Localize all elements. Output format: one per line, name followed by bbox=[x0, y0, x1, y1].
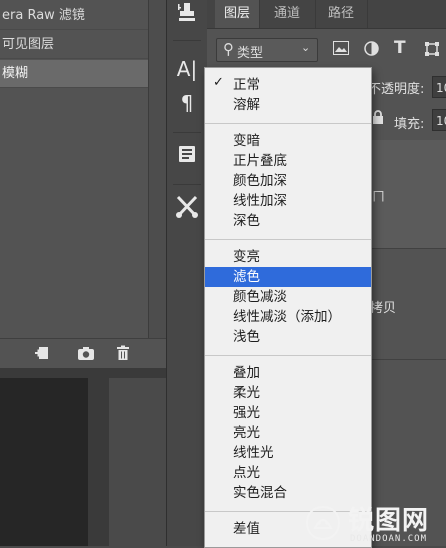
panel-divider bbox=[0, 368, 166, 378]
menu-separator bbox=[205, 239, 371, 240]
menu-separator bbox=[205, 123, 371, 124]
history-state-label: 模糊 bbox=[2, 66, 29, 81]
tab-channels[interactable]: 通道 bbox=[259, 0, 316, 28]
history-panel: era Raw 滤镜 可见图层 模糊 bbox=[0, 0, 148, 338]
trash-icon[interactable] bbox=[113, 345, 133, 363]
opacity-label: 不透明度: bbox=[368, 82, 425, 97]
history-state-blur[interactable]: 模糊 bbox=[0, 60, 148, 88]
chevron-down-icon: ⌄ bbox=[301, 41, 311, 54]
watermark: 锐图网 DOANDOAN.COM bbox=[298, 500, 446, 546]
character-icon-glyph: A| bbox=[176, 57, 198, 81]
layer-row-glyph: ㄇ bbox=[372, 190, 386, 205]
type-filter-icon[interactable]: T bbox=[394, 38, 406, 58]
tab-label: 图层 bbox=[223, 6, 250, 21]
menu-item-linear-burn[interactable]: 线性加深 bbox=[205, 191, 371, 211]
menu-item-soft-light[interactable]: 柔光 bbox=[205, 383, 371, 403]
tool-separator bbox=[173, 132, 201, 133]
panel-icon-column: A| ¶ bbox=[166, 0, 208, 546]
history-footer bbox=[0, 338, 166, 369]
layers-panel-tabs: 图层 通道 路径 bbox=[207, 0, 446, 29]
tab-paths[interactable]: 路径 bbox=[315, 0, 368, 28]
stamp-icon[interactable] bbox=[167, 2, 207, 30]
menu-item-darken[interactable]: 变暗 bbox=[205, 131, 371, 151]
watermark-text: 锐图网 bbox=[348, 506, 430, 536]
menu-item-dissolve[interactable]: 溶解 bbox=[205, 95, 371, 115]
paragraph-icon-glyph: ¶ bbox=[180, 91, 194, 115]
fill-label: 填充: bbox=[394, 117, 425, 132]
new-document-from-state-icon[interactable] bbox=[33, 345, 53, 363]
history-state-label: 可见图层 bbox=[2, 37, 55, 52]
adjustment-filter-icon[interactable] bbox=[364, 41, 379, 60]
menu-item-screen[interactable]: 滤色 bbox=[205, 267, 371, 287]
fill-field[interactable]: 10 bbox=[432, 109, 446, 131]
tab-label: 路径 bbox=[327, 6, 354, 21]
menu-item-hard-light[interactable]: 强光 bbox=[205, 403, 371, 423]
menu-item-lighter-color[interactable]: 浅色 bbox=[205, 327, 371, 347]
search-icon: ⚲ bbox=[223, 40, 234, 58]
menu-item-normal[interactable]: 正常 bbox=[205, 75, 371, 95]
history-state-visible-layer[interactable]: 可见图层 bbox=[0, 31, 148, 59]
menu-item-multiply[interactable]: 正片叠底 bbox=[205, 151, 371, 171]
history-state-label: era Raw 滤镜 bbox=[2, 8, 85, 23]
history-state-camera-raw[interactable]: era Raw 滤镜 bbox=[0, 2, 148, 30]
menu-separator bbox=[205, 355, 371, 356]
menu-item-lighten[interactable]: 变亮 bbox=[205, 247, 371, 267]
menu-item-linear-light[interactable]: 线性光 bbox=[205, 443, 371, 463]
canvas-edge bbox=[88, 378, 108, 546]
menu-item-vivid-light[interactable]: 亮光 bbox=[205, 423, 371, 443]
menu-item-color-dodge[interactable]: 颜色减淡 bbox=[205, 287, 371, 307]
image-filter-icon[interactable] bbox=[333, 41, 349, 59]
layer-filter-select[interactable]: ⚲ 类型 ⌄ bbox=[216, 38, 318, 62]
document-canvas bbox=[0, 378, 88, 546]
camera-icon[interactable] bbox=[76, 345, 96, 363]
paragraph-icon[interactable]: ¶ bbox=[167, 90, 207, 116]
watermark-logo-icon bbox=[305, 505, 341, 541]
filter-label: 类型 bbox=[237, 46, 264, 61]
history-scrollbar[interactable] bbox=[148, 0, 167, 338]
watermark-subtext: DOANDOAN.COM bbox=[350, 534, 428, 544]
blend-mode-menu: ✓ 正常 溶解 变暗 正片叠底 颜色加深 线性加深 深色 变亮 滤色 颜色减淡 … bbox=[204, 67, 372, 548]
shape-filter-icon[interactable] bbox=[424, 41, 440, 61]
tool-separator bbox=[173, 40, 201, 41]
tab-label: 通道 bbox=[273, 6, 300, 21]
tool-separator bbox=[173, 184, 201, 185]
opacity-field[interactable]: 10 bbox=[432, 76, 446, 98]
panel-dock bbox=[108, 378, 167, 546]
layer-name[interactable]: 拷贝 bbox=[370, 297, 396, 316]
menu-item-color-burn[interactable]: 颜色加深 bbox=[205, 171, 371, 191]
menu-item-linear-dodge[interactable]: 线性减淡（添加） bbox=[205, 307, 371, 327]
lock-icon[interactable] bbox=[372, 110, 384, 128]
tab-layers[interactable]: 图层 bbox=[215, 0, 260, 28]
properties-icon[interactable] bbox=[167, 144, 207, 170]
menu-item-darker-color[interactable]: 深色 bbox=[205, 211, 371, 231]
character-icon[interactable]: A| bbox=[167, 56, 207, 82]
menu-item-overlay[interactable]: 叠加 bbox=[205, 363, 371, 383]
tool-presets-icon[interactable] bbox=[167, 194, 207, 224]
menu-item-pin-light[interactable]: 点光 bbox=[205, 463, 371, 483]
